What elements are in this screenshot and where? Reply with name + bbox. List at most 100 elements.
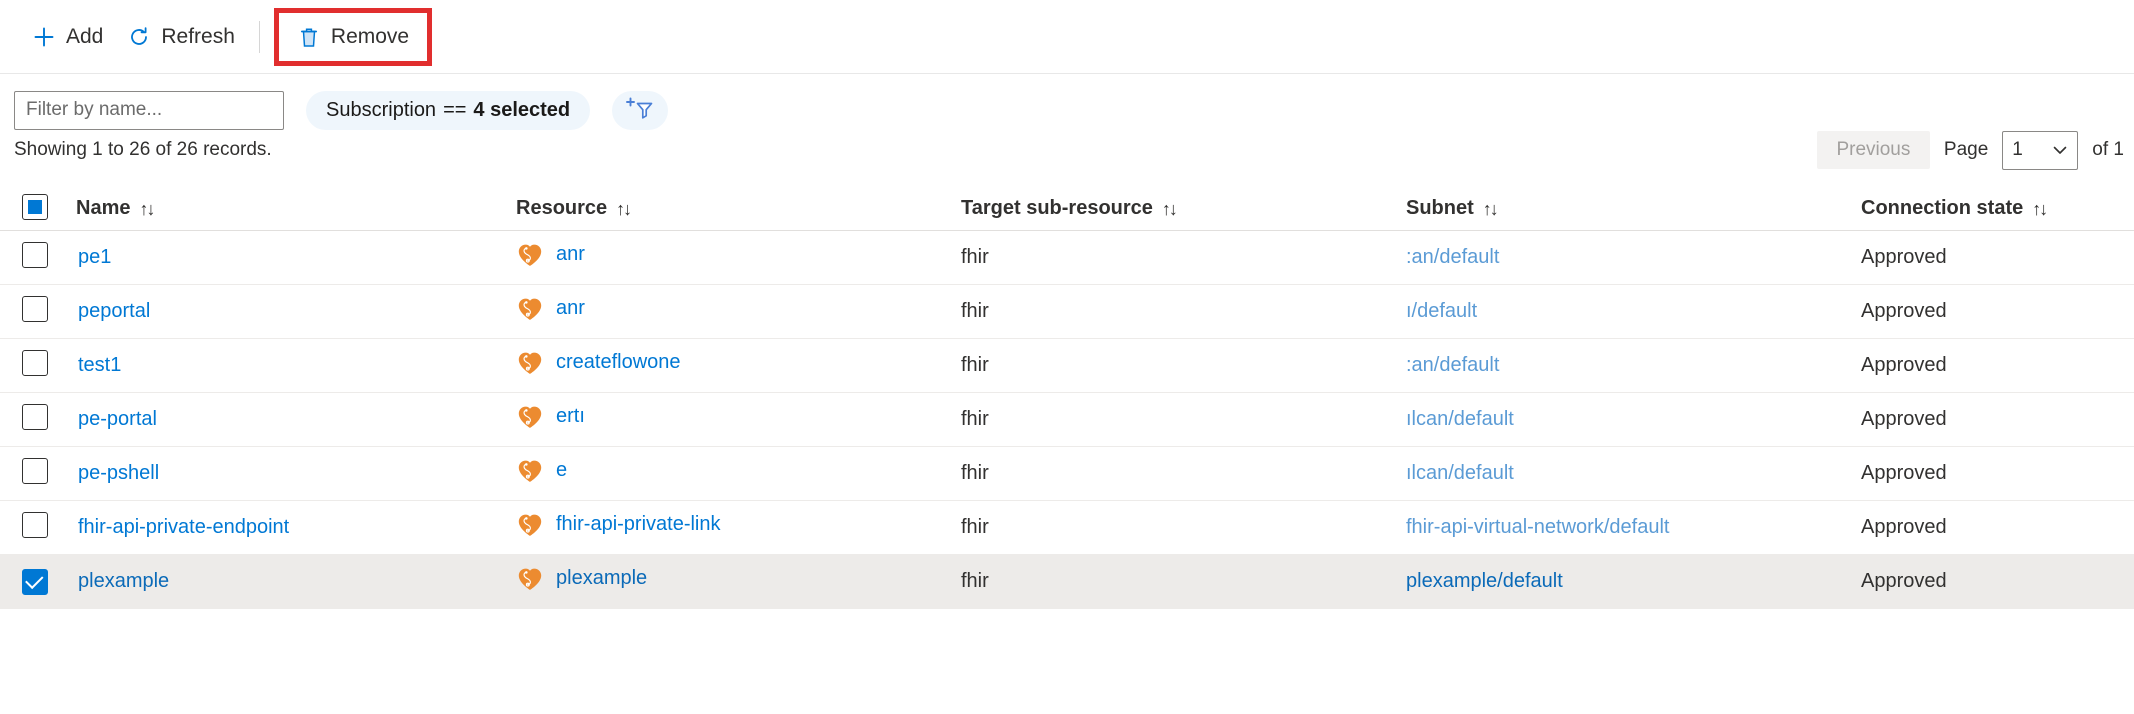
- row-target-sub-resource-value: fhir: [961, 300, 989, 322]
- row-target-sub-resource-cell: fhir: [961, 231, 1406, 285]
- plus-icon: [32, 25, 56, 49]
- row-target-sub-resource-value: fhir: [961, 462, 989, 484]
- row-resource-cell: anr: [516, 231, 961, 285]
- table-row[interactable]: plexampleplexamplefhirplexample/defaultA…: [0, 555, 2134, 609]
- chevron-down-icon: [2050, 140, 2070, 160]
- row-name-cell: pe-pshell: [76, 447, 516, 501]
- row-subnet-cell: plexample/default: [1406, 555, 1861, 609]
- row-name-link[interactable]: peportal: [76, 300, 150, 322]
- row-checkbox[interactable]: [22, 512, 48, 538]
- page-label: Page: [1944, 139, 1988, 161]
- row-connection-state-value: Approved: [1861, 462, 1947, 484]
- row-connection-state-value: Approved: [1861, 408, 1947, 430]
- row-select-cell: [0, 231, 76, 285]
- row-resource-cell: plexample: [516, 555, 961, 609]
- row-name-link[interactable]: test1: [76, 354, 121, 376]
- row-name-link[interactable]: fhir-api-private-endpoint: [76, 516, 289, 538]
- row-checkbox[interactable]: [22, 404, 48, 430]
- remove-button[interactable]: Remove: [285, 15, 421, 59]
- table-row[interactable]: test1createflowonefhir:an/defaultApprove…: [0, 339, 2134, 393]
- row-name-link[interactable]: pe1: [76, 246, 111, 268]
- row-subnet-link[interactable]: plexample/default: [1406, 570, 1563, 593]
- row-resource-link[interactable]: ertı: [556, 405, 585, 428]
- row-connection-state-value: Approved: [1861, 300, 1947, 322]
- row-target-sub-resource-cell: fhir: [961, 285, 1406, 339]
- table-row[interactable]: fhir-api-private-endpoint fhir-api-privat…: [0, 501, 2134, 555]
- row-subnet-cell: fhir-api-virtual-network/default: [1406, 501, 1861, 555]
- row-target-sub-resource-value: fhir: [961, 516, 989, 538]
- row-resource-link[interactable]: anr: [556, 243, 585, 266]
- row-checkbox[interactable]: [22, 458, 48, 484]
- row-connection-state-cell: Approved: [1861, 231, 2134, 285]
- select-all-header: [0, 176, 76, 231]
- add-button[interactable]: Add: [20, 15, 115, 59]
- row-checkbox[interactable]: [22, 350, 48, 376]
- column-header-subnet[interactable]: Subnet ↑↓: [1406, 176, 1861, 231]
- table-row[interactable]: pe-pshell e fhir ılcan/default Approved: [0, 447, 2134, 501]
- row-name-link[interactable]: plexample: [76, 570, 169, 592]
- subscription-filter-key: Subscription: [326, 99, 436, 122]
- row-checkbox[interactable]: [22, 569, 48, 595]
- row-resource-link[interactable]: anr: [556, 297, 585, 320]
- column-header-name-label: Name: [76, 197, 130, 220]
- azure-health-data-services-icon: [516, 511, 544, 539]
- row-select-cell: [0, 501, 76, 555]
- row-target-sub-resource-value: fhir: [961, 354, 989, 376]
- column-header-connection-state[interactable]: Connection state ↑↓: [1861, 176, 2134, 231]
- column-header-resource[interactable]: Resource ↑↓: [516, 176, 961, 231]
- azure-health-data-services-icon: [516, 403, 544, 431]
- row-subnet-link[interactable]: fhir-api-virtual-network/default: [1406, 516, 1669, 539]
- row-connection-state-value: Approved: [1861, 570, 1947, 592]
- row-connection-state-cell: Approved: [1861, 555, 2134, 609]
- row-name-cell: plexample: [76, 555, 516, 609]
- previous-page-button[interactable]: Previous: [1817, 131, 1930, 169]
- table-header-row: Name ↑↓ Resource ↑↓ Target sub-resource …: [0, 176, 2134, 231]
- row-connection-state-value: Approved: [1861, 246, 1947, 268]
- column-header-target-sub-resource[interactable]: Target sub-resource ↑↓: [961, 176, 1406, 231]
- table-header: Name ↑↓ Resource ↑↓ Target sub-resource …: [0, 176, 2134, 231]
- row-name-link[interactable]: pe-portal: [76, 408, 157, 430]
- row-resource-link[interactable]: createflowone: [556, 351, 681, 374]
- row-checkbox[interactable]: [22, 242, 48, 268]
- row-subnet-link[interactable]: ılcan/default: [1406, 462, 1514, 485]
- row-connection-state-cell: Approved: [1861, 285, 2134, 339]
- row-name-cell: test1: [76, 339, 516, 393]
- azure-health-data-services-icon: [516, 565, 544, 593]
- row-resource-cell: ertı: [516, 393, 961, 447]
- row-name-cell: pe-portal: [76, 393, 516, 447]
- azure-health-data-services-icon: [516, 457, 544, 485]
- page-total-label: of 1: [2092, 139, 2124, 161]
- remove-label: Remove: [331, 25, 409, 49]
- sort-icon: ↑↓: [1483, 200, 1497, 218]
- row-target-sub-resource-cell: fhir: [961, 339, 1406, 393]
- column-header-connection-state-label: Connection state: [1861, 197, 2023, 220]
- indeterminate-mark: [28, 200, 42, 214]
- row-select-cell: [0, 555, 76, 609]
- pagination: Previous Page 1 of 1: [1817, 124, 2124, 176]
- row-resource-link[interactable]: fhir-api-private-link: [556, 513, 721, 536]
- row-subnet-link[interactable]: :an/default: [1406, 354, 1499, 377]
- table-row[interactable]: pe1 anr fhir:an/default Approved: [0, 231, 2134, 285]
- row-checkbox[interactable]: [22, 296, 48, 322]
- private-endpoint-connections-page: Add Refresh Remove: [0, 0, 2134, 714]
- row-subnet-link[interactable]: ılcan/default: [1406, 408, 1514, 431]
- row-resource-cell: e: [516, 447, 961, 501]
- select-all-checkbox[interactable]: [22, 194, 48, 220]
- row-resource-link[interactable]: e: [556, 459, 567, 482]
- row-subnet-cell: ı/default: [1406, 285, 1861, 339]
- row-subnet-link[interactable]: :an/default: [1406, 246, 1499, 269]
- toolbar-divider: [259, 21, 260, 53]
- table-row[interactable]: pe-portalertıfhirılcan/defaultApproved: [0, 393, 2134, 447]
- refresh-icon: [127, 25, 151, 49]
- page-number-select[interactable]: 1: [2002, 131, 2078, 170]
- azure-health-data-services-icon: [516, 349, 544, 377]
- row-subnet-cell: ılcan/default: [1406, 447, 1861, 501]
- page-number-value: 1: [2012, 139, 2023, 161]
- row-name-link[interactable]: pe-pshell: [76, 462, 159, 484]
- refresh-button[interactable]: Refresh: [115, 15, 247, 59]
- row-resource-link[interactable]: plexample: [556, 567, 647, 590]
- table-row[interactable]: peportal anr fhir ı/default Approved: [0, 285, 2134, 339]
- row-subnet-cell: :an/default: [1406, 339, 1861, 393]
- column-header-name[interactable]: Name ↑↓: [76, 176, 516, 231]
- row-subnet-link[interactable]: ı/default: [1406, 300, 1477, 323]
